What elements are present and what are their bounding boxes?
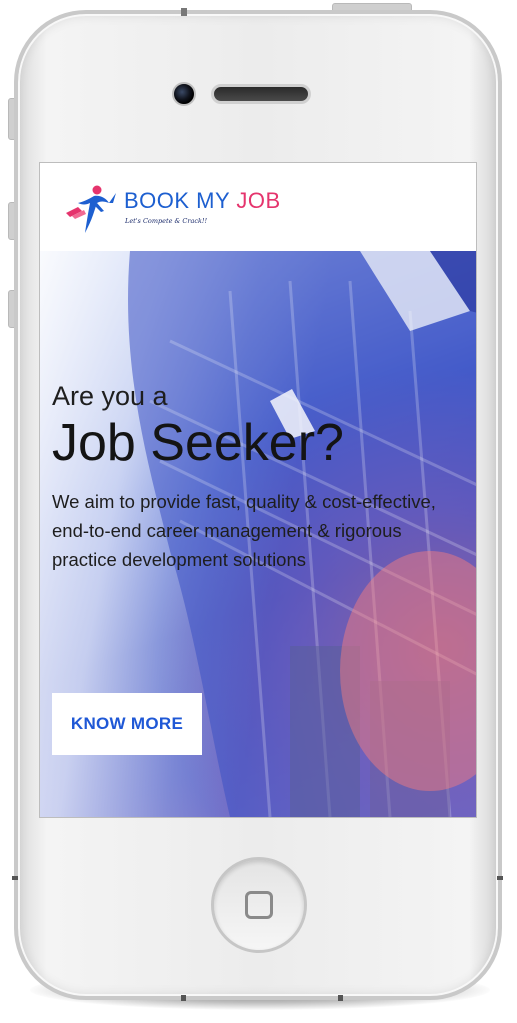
front-camera-icon (172, 82, 196, 106)
hero-description: We aim to provide fast, quality & cost-e… (52, 491, 436, 570)
top-edge-mark (181, 8, 187, 16)
hero-title: Job Seeker? (52, 414, 344, 472)
phone-screen: BOOK MY JOB Let's Compete & Crack!! Are … (39, 162, 477, 818)
brand-name: BOOK MY JOB (124, 188, 281, 214)
home-button[interactable] (211, 857, 307, 953)
right-edge-mark (497, 876, 503, 880)
brand-word-job: JOB (236, 188, 281, 213)
hero-kicker: Are you a (52, 381, 168, 411)
site-header: BOOK MY JOB Let's Compete & Crack!! (40, 163, 476, 252)
brand-word-book-my: BOOK MY (124, 188, 237, 213)
bottom-edge-mark-right (338, 995, 343, 1001)
runner-arrow-logo-icon (66, 185, 116, 233)
left-edge-mark (12, 876, 18, 880)
hero-text-block: Are you a Job Seeker? We aim to provide … (52, 379, 462, 574)
hero-banner: Are you a Job Seeker? We aim to provide … (40, 251, 476, 817)
brand-logo[interactable]: BOOK MY JOB Let's Compete & Crack!! (64, 183, 314, 235)
know-more-button[interactable]: KNOW MORE (52, 693, 202, 755)
bottom-edge-mark-left (181, 995, 186, 1001)
earpiece-speaker (211, 84, 311, 104)
brand-tagline: Let's Compete & Crack!! (125, 217, 208, 225)
home-square-icon (245, 891, 273, 919)
